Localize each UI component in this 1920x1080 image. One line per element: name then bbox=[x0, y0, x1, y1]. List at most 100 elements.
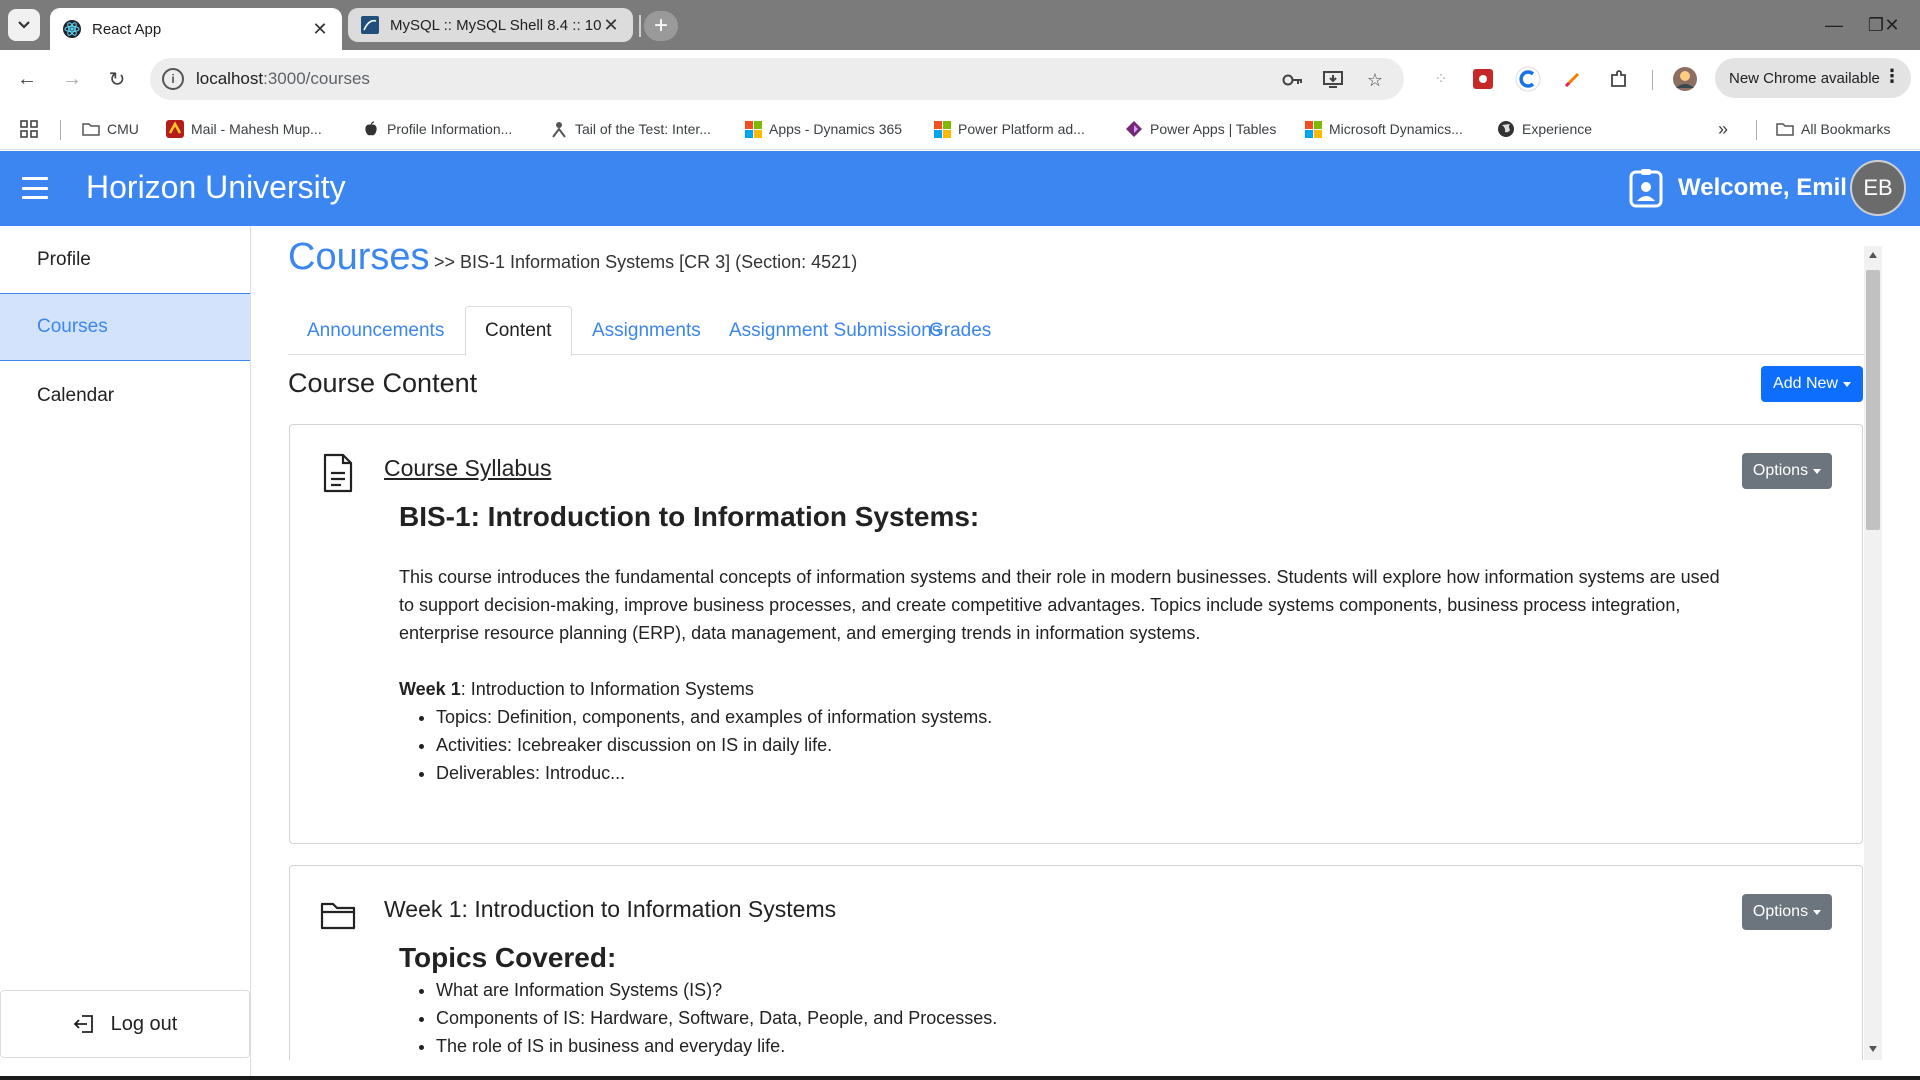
extension-red-icon[interactable] bbox=[1470, 66, 1496, 92]
microsoft-icon bbox=[1304, 120, 1322, 138]
bookmark-tail-of-the-test[interactable]: Tail of the Test: Inter... bbox=[550, 118, 711, 140]
profile-avatar-icon[interactable] bbox=[1672, 66, 1698, 92]
add-new-button[interactable]: Add New bbox=[1761, 366, 1863, 402]
bookmark-microsoft-dynamics[interactable]: Microsoft Dynamics... bbox=[1304, 118, 1463, 140]
forward-arrow-icon[interactable]: → bbox=[57, 64, 87, 94]
extension-c-icon[interactable] bbox=[1515, 66, 1541, 92]
bookmark-experience[interactable]: Experience bbox=[1497, 118, 1592, 140]
sidebar: Profile Courses Calendar Log out bbox=[0, 226, 251, 1080]
user-icon bbox=[550, 120, 568, 138]
bookmark-profile-information[interactable]: Profile Information... bbox=[362, 118, 512, 140]
bookmark-divider bbox=[1756, 120, 1757, 140]
card-body: BIS-1: Introduction to Information Syste… bbox=[399, 499, 1729, 787]
tab-assignments[interactable]: Assignments bbox=[573, 306, 720, 355]
bookmark-cmu[interactable]: CMU bbox=[82, 118, 139, 140]
apple-icon bbox=[362, 120, 380, 138]
content-card-week-1: Week 1: Introduction to Information Syst… bbox=[289, 865, 1863, 1060]
folder-icon bbox=[82, 120, 100, 138]
hamburger-menu-icon[interactable] bbox=[22, 177, 48, 199]
app-header: Horizon University Welcome, Emil EB bbox=[0, 151, 1920, 226]
page-title: Courses bbox=[288, 236, 430, 278]
card-body: Topics Covered: What are Information Sys… bbox=[399, 940, 1729, 1060]
bookmark-label: Power Platform ad... bbox=[958, 121, 1085, 137]
bookmark-apps-dynamics[interactable]: Apps - Dynamics 365 bbox=[744, 118, 902, 140]
main-content: Courses >> BIS-1 Information Systems [CR… bbox=[252, 226, 1864, 1060]
page-scrollbar[interactable] bbox=[1864, 246, 1882, 1060]
url-path: :3000/courses bbox=[263, 69, 370, 88]
bookmark-label: CMU bbox=[107, 121, 139, 137]
options-button[interactable]: Options bbox=[1742, 894, 1832, 930]
tab-separator bbox=[639, 15, 641, 37]
microsoft-icon bbox=[744, 120, 762, 138]
back-arrow-icon[interactable]: ← bbox=[12, 64, 42, 94]
avatar[interactable]: EB bbox=[1850, 160, 1906, 216]
sidebar-item-profile[interactable]: Profile bbox=[0, 226, 250, 294]
reload-icon[interactable]: ↻ bbox=[102, 64, 132, 94]
window-close-icon[interactable]: ✕ bbox=[1872, 10, 1912, 40]
options-label: Options bbox=[1752, 903, 1809, 920]
bookmark-power-platform[interactable]: Power Platform ad... bbox=[933, 118, 1085, 140]
caret-down-icon bbox=[1813, 909, 1822, 915]
close-icon[interactable]: ✕ bbox=[310, 19, 330, 40]
topics-heading: Topics Covered: bbox=[399, 942, 617, 973]
chevron-down-icon bbox=[18, 21, 30, 29]
browser-tab-react-app[interactable]: React App ✕ bbox=[50, 8, 342, 50]
bookmark-label: Tail of the Test: Inter... bbox=[575, 121, 711, 137]
all-bookmarks[interactable]: All Bookmarks bbox=[1776, 118, 1890, 140]
site-info-icon[interactable]: i bbox=[162, 68, 184, 90]
browser-tab-mysql[interactable]: MySQL :: MySQL Shell 8.4 :: 10.1 ✕ bbox=[348, 8, 633, 42]
bookmark-mail[interactable]: Mail - Mahesh Mup... bbox=[166, 118, 322, 140]
powerapps-icon bbox=[1125, 120, 1143, 138]
apps-grid-icon[interactable] bbox=[20, 118, 38, 140]
browser-tabstrip: React App ✕ MySQL :: MySQL Shell 8.4 :: … bbox=[0, 0, 1920, 50]
bookmark-label: Microsoft Dynamics... bbox=[1329, 121, 1463, 137]
sidebar-item-courses[interactable]: Courses bbox=[0, 293, 250, 361]
bookmark-label: Apps - Dynamics 365 bbox=[769, 121, 903, 137]
bookmark-power-apps[interactable]: Power Apps | Tables bbox=[1125, 118, 1276, 140]
options-button[interactable]: Options bbox=[1742, 453, 1832, 489]
caret-down-icon bbox=[1813, 468, 1822, 474]
scrollbar-thumb[interactable] bbox=[1866, 270, 1880, 530]
list-item: Activities: Icebreaker discussion on IS … bbox=[436, 731, 1729, 759]
globe-icon bbox=[1497, 120, 1515, 138]
syllabus-link[interactable]: Course Syllabus bbox=[384, 455, 551, 482]
id-badge-icon[interactable] bbox=[1628, 169, 1664, 209]
install-app-icon[interactable] bbox=[1320, 67, 1346, 93]
chrome-update-button[interactable]: New Chrome available ⋮ bbox=[1715, 58, 1911, 98]
minimize-icon[interactable]: — bbox=[1814, 10, 1854, 40]
bookmark-star-icon[interactable]: ☆ bbox=[1362, 67, 1388, 93]
more-bookmarks-chevron[interactable]: » bbox=[1718, 118, 1728, 140]
week-label: Week 1 bbox=[399, 679, 461, 699]
toolbar-divider bbox=[1652, 70, 1653, 90]
scroll-up-arrow-icon[interactable] bbox=[1869, 252, 1877, 258]
logout-label: Log out bbox=[110, 1012, 178, 1035]
extension-pen-icon[interactable] bbox=[1560, 66, 1586, 92]
bookmarks-bar: CMU Mail - Mahesh Mup... Profile Informa… bbox=[0, 108, 1920, 150]
tab-content[interactable]: Content bbox=[465, 306, 572, 356]
more-vert-icon: ⋮ bbox=[1883, 66, 1901, 86]
folder-icon bbox=[1776, 120, 1794, 138]
tab-grades[interactable]: Grades bbox=[910, 306, 1010, 355]
document-icon bbox=[323, 453, 353, 493]
password-key-icon[interactable] bbox=[1280, 67, 1306, 93]
tab-search-button[interactable] bbox=[8, 9, 40, 41]
week-1-title[interactable]: Week 1: Introduction to Information Syst… bbox=[384, 896, 836, 923]
logout-button[interactable]: Log out bbox=[0, 990, 250, 1058]
logout-icon bbox=[73, 1015, 93, 1033]
week-line: Week 1: Introduction to Information Syst… bbox=[399, 675, 1729, 703]
topics-bullets: What are Information Systems (IS)? Compo… bbox=[436, 976, 1729, 1060]
taskbar-edge bbox=[0, 1076, 1920, 1080]
sidebar-item-calendar[interactable]: Calendar bbox=[0, 362, 250, 430]
scroll-down-arrow-icon[interactable] bbox=[1869, 1046, 1877, 1052]
bookmark-label: All Bookmarks bbox=[1801, 121, 1891, 137]
extensions-puzzle-icon[interactable] bbox=[1606, 66, 1632, 92]
extension-dots-icon[interactable]: ⁘ bbox=[1428, 66, 1454, 92]
bookmark-label: Power Apps | Tables bbox=[1150, 121, 1277, 137]
new-tab-button[interactable]: + bbox=[644, 11, 678, 41]
tab-announcements[interactable]: Announcements bbox=[288, 306, 463, 355]
chrome-update-label: New Chrome available bbox=[1729, 69, 1880, 87]
content-card-syllabus: Course Syllabus Options BIS-1: Introduct… bbox=[289, 424, 1863, 844]
url-text[interactable]: localhost:3000/courses bbox=[196, 69, 370, 89]
address-bar[interactable]: i localhost:3000/courses ☆ bbox=[150, 58, 1404, 100]
close-icon[interactable]: ✕ bbox=[601, 15, 621, 36]
